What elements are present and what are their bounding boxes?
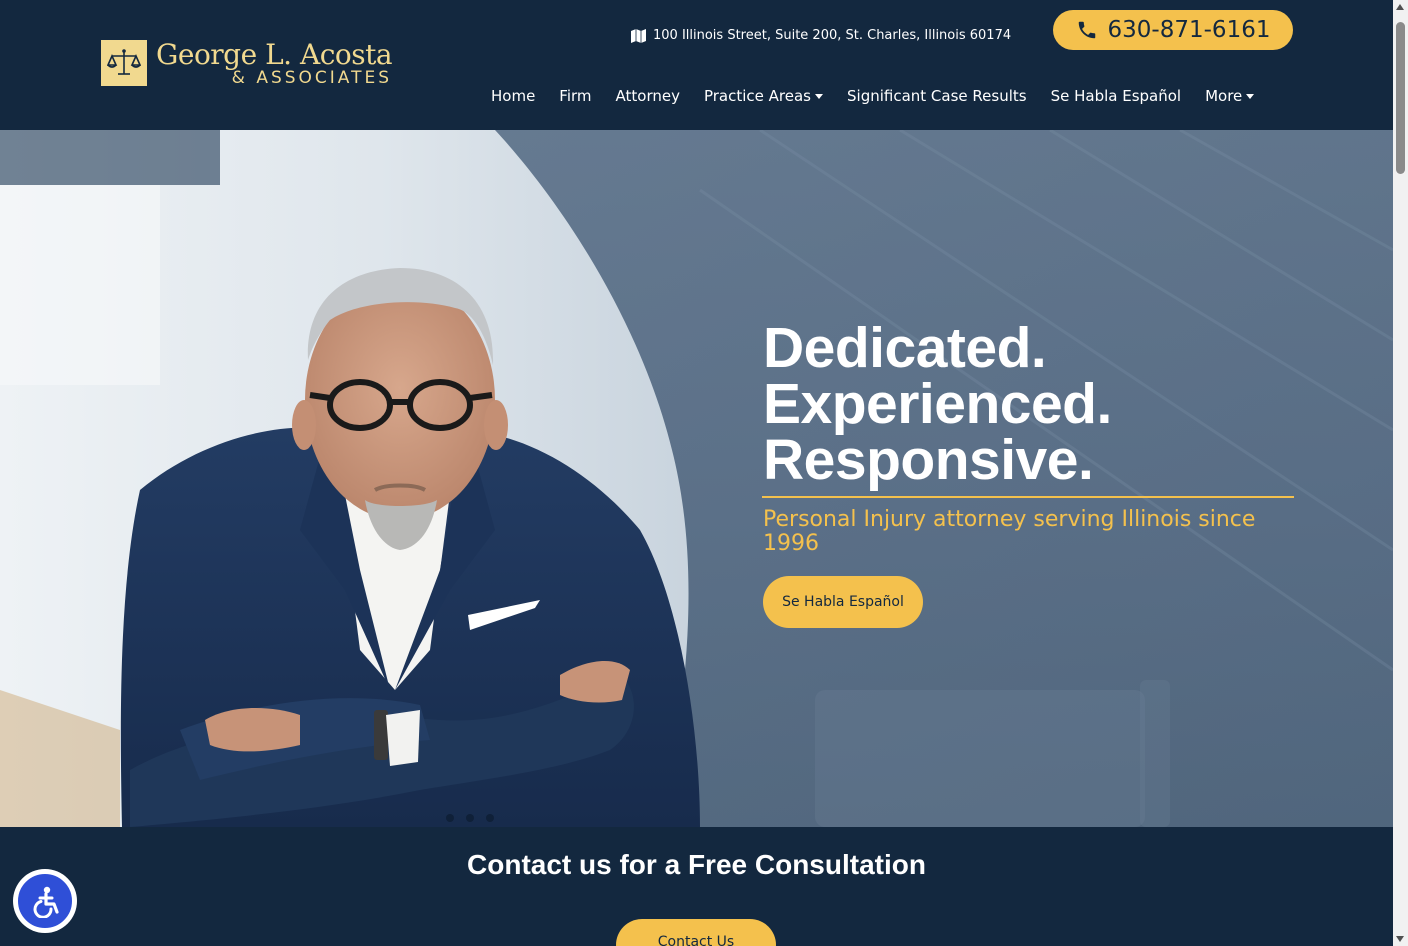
- nav-firm-label: Firm: [559, 87, 592, 105]
- headline-line-3: Responsive.: [763, 428, 1094, 492]
- contact-section: Contact us for a Free Consultation Conta…: [0, 827, 1393, 946]
- accessibility-button[interactable]: [13, 869, 77, 933]
- caret-down-icon: [1246, 93, 1255, 99]
- scales-of-justice-icon: [101, 40, 147, 86]
- phone-button[interactable]: 630-871-6161: [1053, 10, 1293, 50]
- nav-practice-areas-label: Practice Areas: [703, 87, 811, 105]
- nav-se-habla-espanol[interactable]: Se Habla Español: [1051, 87, 1182, 105]
- nav-home[interactable]: Home: [491, 87, 535, 105]
- hero-tagline: Personal Injury attorney serving Illinoi…: [763, 507, 1256, 556]
- scroll-thumb[interactable]: [1396, 22, 1405, 174]
- attorney-portrait: [0, 130, 701, 827]
- address-text: 100 Illinois Street, Suite 200, St. Char…: [653, 28, 1012, 43]
- headline-line-2: Experienced.: [763, 372, 1112, 436]
- nav-more[interactable]: More: [1205, 87, 1255, 105]
- office-address[interactable]: 100 Illinois Street, Suite 200, St. Char…: [631, 28, 1011, 43]
- main-nav: Home Firm Attorney Practice Areas Signif…: [491, 87, 1255, 105]
- nav-attorney[interactable]: Attorney: [616, 87, 680, 105]
- se-habla-espanol-button[interactable]: Se Habla Español: [763, 576, 923, 628]
- nav-attorney-label: Attorney: [615, 87, 680, 105]
- phone-icon: [1076, 19, 1098, 41]
- hero-section: Dedicated. Experienced. Responsive. Pers…: [0, 130, 1393, 827]
- nav-case-results-label: Significant Case Results: [847, 87, 1027, 105]
- hero-divider: [762, 496, 1294, 498]
- contact-title: Contact us for a Free Consultation: [467, 849, 926, 880]
- site-logo[interactable]: George L. Acosta & ASSOCIATES: [101, 38, 393, 88]
- hero-content: Dedicated. Experienced. Responsive. Pers…: [762, 316, 1303, 628]
- scroll-up-icon[interactable]: [1396, 4, 1404, 10]
- page-scrollbar[interactable]: [1393, 0, 1408, 946]
- nav-case-results[interactable]: Significant Case Results: [847, 87, 1027, 105]
- nav-espanol-label: Se Habla Español: [1050, 87, 1182, 105]
- scroll-down-icon[interactable]: [1396, 936, 1404, 942]
- nav-firm[interactable]: Firm: [559, 87, 591, 105]
- map-icon: [631, 28, 646, 43]
- nav-home-label: Home: [491, 87, 536, 105]
- hero-headline: Dedicated. Experienced. Responsive.: [763, 316, 1303, 492]
- logo-name: George L. Acosta: [156, 38, 393, 71]
- caret-down-icon: [815, 93, 823, 99]
- accessibility-icon: [33, 886, 59, 918]
- site-header: George L. Acosta & ASSOCIATES 100 Illino…: [0, 0, 1393, 130]
- logo-subtitle: & ASSOCIATES: [231, 68, 393, 88]
- contact-us-button[interactable]: Contact Us: [616, 919, 776, 946]
- nav-more-label: More: [1205, 87, 1243, 105]
- nav-practice-areas[interactable]: Practice Areas: [704, 87, 823, 105]
- phone-number: 630-871-6161: [1107, 17, 1271, 43]
- headline-line-1: Dedicated.: [763, 316, 1047, 380]
